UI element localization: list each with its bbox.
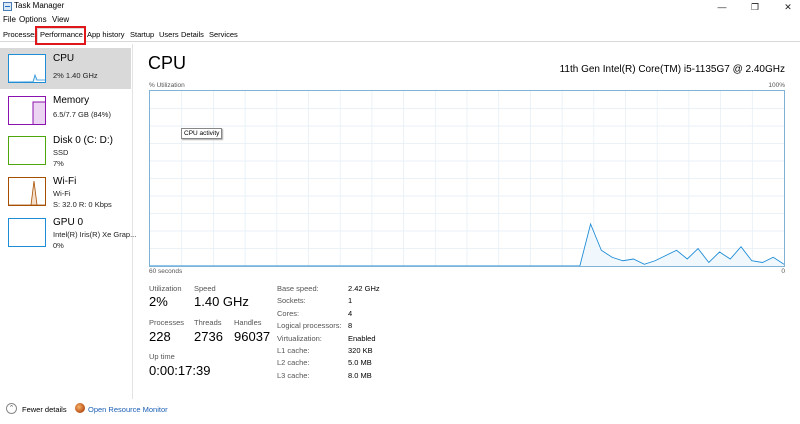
menu-file[interactable]: File — [3, 15, 16, 24]
tab-processes[interactable]: Processes — [3, 30, 38, 39]
sidebar-item-cpu[interactable]: CPU 2% 1.40 GHz — [0, 48, 131, 89]
tab-services[interactable]: Services — [209, 30, 238, 39]
processes-label: Processes — [149, 318, 185, 327]
tab-app-history[interactable]: App history — [87, 30, 125, 39]
minimize-button[interactable]: — — [712, 0, 732, 14]
sidebar-memory-title: Memory — [53, 95, 90, 106]
fewer-details-link[interactable]: Fewer details — [22, 405, 67, 414]
base-speed-label: Base speed: — [277, 284, 319, 293]
cores-value: 4 — [348, 309, 353, 318]
l3-cache-label: L3 cache: — [277, 371, 310, 380]
tab-startup[interactable]: Startup — [130, 30, 154, 39]
sidebar-disk-sub: SSD — [53, 148, 69, 157]
sidebar-gpu-sub: Intel(R) Iris(R) Xe Grap... — [53, 230, 137, 239]
sidebar-cpu-title: CPU — [53, 53, 75, 64]
sidebar-item-wifi[interactable]: Wi-Fi Wi-Fi S: 32.0 R: 0 Kbps — [0, 171, 131, 212]
sockets-value: 1 — [348, 296, 353, 305]
logical-processors-label: Logical processors: — [277, 321, 342, 330]
virtualization-value: Enabled — [348, 334, 376, 343]
sidebar-item-gpu[interactable]: GPU 0 Intel(R) Iris(R) Xe Grap... 0% — [0, 212, 136, 253]
menu-bar: File Options View — [0, 14, 800, 27]
title-bar: Task Manager — ❐ ✕ — [0, 0, 800, 14]
sidebar-item-disk[interactable]: Disk 0 (C: D:) SSD 7% — [0, 130, 131, 171]
page-title: CPU — [148, 53, 187, 73]
processes-value: 228 — [149, 329, 171, 344]
sidebar-gpu-usage: 0% — [53, 241, 64, 250]
sidebar-disk-title: Disk 0 (C: D:) — [53, 135, 113, 146]
footer-bar: ⌃ Fewer details Open Resource Monitor — [0, 398, 800, 422]
open-resource-monitor-link[interactable]: Open Resource Monitor — [88, 405, 168, 414]
tab-users[interactable]: Users — [159, 30, 179, 39]
utilization-label: Utilization — [149, 284, 182, 293]
resource-sidebar: CPU 2% 1.40 GHz Memory 6.5/7.7 GB (84%) … — [0, 44, 136, 399]
tab-performance[interactable]: Performance — [37, 28, 86, 43]
sockets-label: Sockets: — [277, 296, 306, 305]
task-manager-icon — [3, 2, 12, 11]
sidebar-disk-usage: 7% — [53, 159, 64, 168]
speed-value: 1.40 GHz — [194, 294, 249, 309]
wifi-thumbnail — [8, 177, 46, 206]
uptime-value: 0:00:17:39 — [149, 363, 211, 378]
l2-cache-label: L2 cache: — [277, 358, 310, 367]
tab-strip: Processes Performance App history Startu… — [0, 28, 800, 43]
sidebar-wifi-throughput: S: 32.0 R: 0 Kbps — [53, 200, 112, 209]
chevron-up-icon[interactable]: ⌃ — [6, 403, 17, 414]
close-button[interactable]: ✕ — [778, 0, 798, 14]
uptime-label: Up time — [149, 352, 175, 361]
cpu-model-name: 11th Gen Intel(R) Core(TM) i5-1135G7 @ 2… — [559, 64, 785, 75]
window-title: Task Manager — [14, 1, 65, 10]
sidebar-cpu-sub: 2% 1.40 GHz — [53, 71, 98, 80]
sidebar-item-memory[interactable]: Memory 6.5/7.7 GB (84%) — [0, 90, 131, 131]
sidebar-wifi-sub: Wi-Fi — [53, 189, 71, 198]
sidebar-memory-sub: 6.5/7.7 GB (84%) — [53, 110, 111, 119]
l1-cache-value: 320 KB — [348, 346, 373, 355]
cpu-thumbnail — [8, 54, 46, 83]
resource-monitor-icon — [75, 403, 85, 413]
sidebar-gpu-title: GPU 0 — [53, 217, 84, 228]
cpu-graph-canvas — [150, 91, 785, 267]
axis-time-label: 60 seconds — [149, 268, 183, 275]
l1-cache-label: L1 cache: — [277, 346, 310, 355]
cores-label: Cores: — [277, 309, 300, 318]
axis-utilization-label: % Utilization — [149, 82, 185, 89]
disk-thumbnail — [8, 136, 46, 165]
threads-label: Threads — [194, 318, 222, 327]
speed-label: Speed — [194, 284, 216, 293]
l2-cache-value: 5.0 MB — [348, 358, 372, 367]
logical-processors-value: 8 — [348, 321, 353, 330]
cpu-utilization-graph[interactable] — [149, 90, 785, 267]
cpu-activity-tooltip: CPU activity — [181, 128, 223, 139]
axis-max-label: 100% — [768, 82, 785, 89]
menu-options[interactable]: Options — [19, 15, 47, 24]
utilization-value: 2% — [149, 294, 168, 309]
threads-value: 2736 — [194, 329, 223, 344]
menu-view[interactable]: View — [52, 15, 69, 24]
memory-thumbnail — [8, 96, 46, 125]
maximize-button[interactable]: ❐ — [745, 0, 765, 14]
axis-min-label: 0 — [781, 268, 785, 275]
virtualization-label: Virtualization: — [277, 334, 322, 343]
tab-details[interactable]: Details — [181, 30, 204, 39]
handles-value: 96037 — [234, 329, 271, 344]
gpu-thumbnail — [8, 218, 46, 247]
l3-cache-value: 8.0 MB — [348, 371, 372, 380]
base-speed-value: 2.42 GHz — [348, 284, 380, 293]
handles-label: Handles — [234, 318, 262, 327]
sidebar-wifi-title: Wi-Fi — [53, 176, 77, 187]
